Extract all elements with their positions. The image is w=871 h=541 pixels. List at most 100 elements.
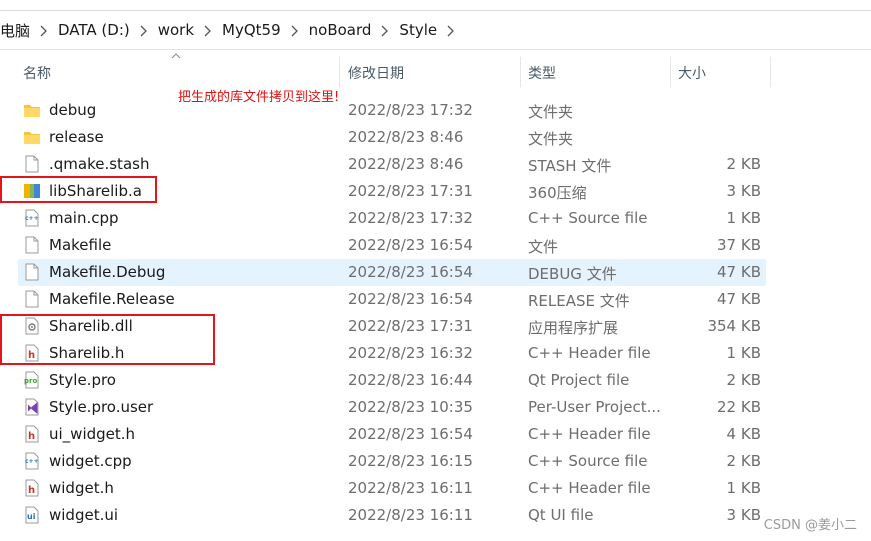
file-row[interactable]: c++ main.cpp 2022/8/23 17:32 C++ Source fil… bbox=[18, 205, 766, 232]
file-date: 2022/8/23 10:35 bbox=[348, 398, 473, 416]
file-type: C++ Source file bbox=[528, 452, 648, 470]
file-size: 1 KB bbox=[726, 479, 761, 497]
file-type: 应用程序扩展 bbox=[528, 319, 619, 337]
column-divider[interactable] bbox=[770, 57, 771, 87]
svg-text:c++: c++ bbox=[25, 458, 39, 465]
file-row[interactable]: release 2022/8/23 8:46 文件夹 bbox=[18, 124, 766, 151]
breadcrumb-item[interactable]: noBoard bbox=[309, 21, 372, 39]
file-row[interactable]: Makefile 2022/8/23 16:54 文件 37 KB bbox=[18, 232, 766, 259]
breadcrumb: 电脑 DATA (D:) work MyQt59 noBoard Style bbox=[0, 11, 465, 49]
column-header-type[interactable]: 类型 bbox=[528, 63, 556, 83]
file-type: C++ Header file bbox=[528, 479, 651, 497]
file-row[interactable]: Makefile.Debug 2022/8/23 16:54 DEBUG 文件 47 … bbox=[18, 259, 766, 286]
file-type: C++ Source file bbox=[528, 209, 648, 227]
chevron-right-icon[interactable] bbox=[30, 23, 58, 37]
file-size: 47 KB bbox=[717, 290, 761, 308]
file-row[interactable]: h widget.h 2022/8/23 16:11 C++ Header file 1… bbox=[18, 475, 766, 502]
file-row[interactable]: ui widget.ui 2022/8/23 16:11 Qt UI file 3 KB bbox=[18, 502, 766, 529]
file-type: Per-User Project... bbox=[528, 398, 661, 416]
file-size: 37 KB bbox=[717, 236, 761, 254]
sort-ascending-icon bbox=[171, 53, 181, 59]
file-name: .qmake.stash bbox=[49, 155, 150, 173]
svg-text:ui: ui bbox=[27, 512, 36, 521]
breadcrumb-item[interactable]: MyQt59 bbox=[222, 21, 281, 39]
file-date: 2022/8/23 8:46 bbox=[348, 155, 464, 173]
file-name: Style.pro.user bbox=[49, 398, 154, 416]
file-type: Qt UI file bbox=[528, 506, 594, 524]
file-name: Makefile bbox=[49, 236, 112, 254]
column-divider[interactable] bbox=[520, 57, 521, 87]
chevron-right-icon[interactable] bbox=[281, 23, 309, 37]
file-date: 2022/8/23 16:54 bbox=[348, 236, 473, 254]
breadcrumb-item[interactable]: 电脑 bbox=[0, 20, 30, 41]
file-row[interactable]: h ui_widget.h 2022/8/23 16:54 C++ Header fi… bbox=[18, 421, 766, 448]
file-type: C++ Header file bbox=[528, 425, 651, 443]
highlight-box bbox=[0, 176, 157, 203]
file-name: Style.pro bbox=[49, 371, 116, 389]
address-bar[interactable]: 电脑 DATA (D:) work MyQt59 noBoard Style bbox=[0, 10, 871, 50]
file-type: 文件 bbox=[528, 238, 559, 256]
svg-text:c++: c++ bbox=[25, 215, 39, 222]
file-icon bbox=[23, 290, 41, 308]
file-name: debug bbox=[49, 101, 97, 119]
svg-text:h: h bbox=[28, 485, 35, 496]
column-header-date[interactable]: 修改日期 bbox=[348, 63, 404, 83]
file-date: 2022/8/23 16:15 bbox=[348, 452, 473, 470]
chevron-right-icon[interactable] bbox=[130, 23, 158, 37]
file-row[interactable]: .qmake.stash 2022/8/23 8:46 STASH 文件 2 KB bbox=[18, 151, 766, 178]
file-date: 2022/8/23 16:11 bbox=[348, 479, 473, 497]
ui-icon: ui bbox=[23, 506, 41, 524]
file-size: 2 KB bbox=[726, 155, 761, 173]
column-divider[interactable] bbox=[339, 57, 340, 87]
vs-icon bbox=[23, 398, 41, 416]
file-date: 2022/8/23 17:32 bbox=[348, 209, 473, 227]
file-type: DEBUG 文件 bbox=[528, 265, 617, 283]
cpp-icon: c++ bbox=[23, 452, 41, 470]
file-name: widget.ui bbox=[49, 506, 119, 524]
column-header-name[interactable]: 名称 bbox=[23, 63, 51, 83]
file-date: 2022/8/23 16:32 bbox=[348, 344, 473, 362]
file-type: 360压缩 bbox=[528, 184, 587, 202]
breadcrumb-item[interactable]: Style bbox=[399, 21, 437, 39]
file-size: 3 KB bbox=[726, 506, 761, 524]
file-type: RELEASE 文件 bbox=[528, 292, 630, 310]
file-date: 2022/8/23 16:44 bbox=[348, 371, 473, 389]
file-date: 2022/8/23 16:11 bbox=[348, 506, 473, 524]
breadcrumb-item[interactable]: DATA (D:) bbox=[58, 21, 130, 39]
folder-icon bbox=[23, 128, 41, 146]
chevron-right-icon[interactable] bbox=[194, 23, 222, 37]
file-size: 3 KB bbox=[726, 182, 761, 200]
file-date: 2022/8/23 17:31 bbox=[348, 317, 473, 335]
chevron-right-icon[interactable] bbox=[371, 23, 399, 37]
file-type: STASH 文件 bbox=[528, 157, 612, 175]
file-icon bbox=[23, 263, 41, 281]
column-divider[interactable] bbox=[670, 57, 671, 87]
watermark: CSDN @姜小二 bbox=[763, 518, 857, 533]
file-row[interactable]: debug 2022/8/23 17:32 文件夹 bbox=[18, 97, 766, 124]
chevron-right-icon[interactable] bbox=[437, 23, 465, 37]
file-date: 2022/8/23 16:54 bbox=[348, 290, 473, 308]
file-type: C++ Header file bbox=[528, 344, 651, 362]
file-size: 354 KB bbox=[707, 317, 761, 335]
file-type: 文件夹 bbox=[528, 130, 574, 148]
column-header-row: 名称 修改日期 类型 大小 bbox=[0, 53, 871, 87]
file-row[interactable]: Style.pro.user 2022/8/23 10:35 Per-User Pr… bbox=[18, 394, 766, 421]
file-type: 文件夹 bbox=[528, 103, 574, 121]
column-header-size[interactable]: 大小 bbox=[678, 63, 706, 83]
file-name: Makefile.Debug bbox=[49, 263, 166, 281]
file-row[interactable]: Makefile.Release 2022/8/23 16:54 RELEASE 文… bbox=[18, 286, 766, 313]
file-size: 1 KB bbox=[726, 344, 761, 362]
pro-icon: pro bbox=[23, 371, 41, 389]
file-size: 2 KB bbox=[726, 371, 761, 389]
file-date: 2022/8/23 16:54 bbox=[348, 263, 473, 281]
file-date: 2022/8/23 17:32 bbox=[348, 101, 473, 119]
cpp-icon: c++ bbox=[23, 209, 41, 227]
file-name: main.cpp bbox=[49, 209, 119, 227]
file-size: 4 KB bbox=[726, 425, 761, 443]
breadcrumb-item[interactable]: work bbox=[158, 21, 194, 39]
file-date: 2022/8/23 17:31 bbox=[348, 182, 473, 200]
header-icon: h bbox=[23, 425, 41, 443]
folder-icon bbox=[23, 101, 41, 119]
file-row[interactable]: c++ widget.cpp 2022/8/23 16:15 C++ Source f… bbox=[18, 448, 766, 475]
file-row[interactable]: pro Style.pro 2022/8/23 16:44 Qt Project fi… bbox=[18, 367, 766, 394]
